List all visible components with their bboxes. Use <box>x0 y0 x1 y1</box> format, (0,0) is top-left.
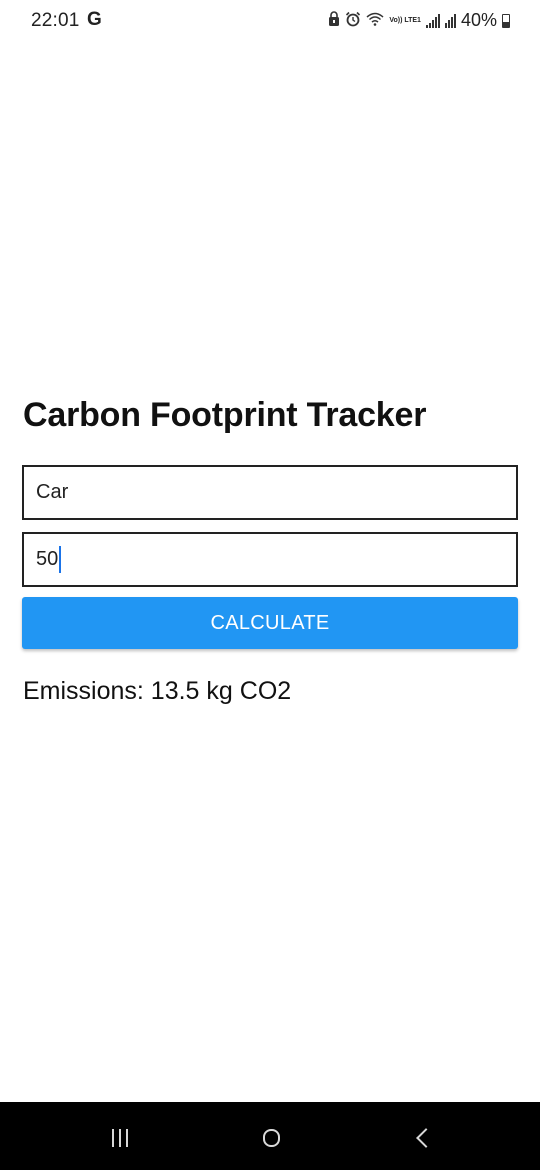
recents-button[interactable] <box>100 1120 140 1156</box>
home-icon <box>262 1129 280 1147</box>
battery-icon <box>502 13 510 28</box>
vehicle-type-value: Car <box>36 481 69 503</box>
text-cursor <box>59 546 62 573</box>
calculate-button[interactable]: CALCULATE <box>22 597 518 649</box>
status-time: 22:01 <box>31 10 80 31</box>
wifi-icon <box>366 12 384 30</box>
volte-icon: Vo)) LTE1 <box>389 16 421 24</box>
recents-icon <box>112 1129 128 1147</box>
distance-input[interactable]: 50 <box>22 532 518 587</box>
home-button[interactable] <box>251 1120 291 1156</box>
navigation-bar <box>0 1102 540 1170</box>
battery-percent: 40% <box>460 10 497 30</box>
emissions-result: Emissions: 13.5 kg CO2 <box>23 677 292 705</box>
signal-r-icon <box>444 13 456 28</box>
page-title: Carbon Footprint Tracker <box>23 396 427 434</box>
back-button[interactable] <box>403 1120 443 1156</box>
google-icon: G <box>87 9 102 30</box>
back-icon <box>416 1128 436 1148</box>
signal-icon <box>425 13 440 28</box>
alarm-icon <box>345 11 361 31</box>
status-bar: 22:01 G Vo)) LTE1 40% <box>0 0 540 44</box>
vehicle-type-input[interactable]: Car <box>22 465 518 520</box>
lock-icon <box>328 10 340 31</box>
distance-value: 50 <box>36 548 59 570</box>
status-icons: Vo)) LTE1 40% <box>328 10 510 31</box>
app-screen: 22:01 G Vo)) LTE1 40% Carbon Footprint T… <box>0 0 540 1170</box>
